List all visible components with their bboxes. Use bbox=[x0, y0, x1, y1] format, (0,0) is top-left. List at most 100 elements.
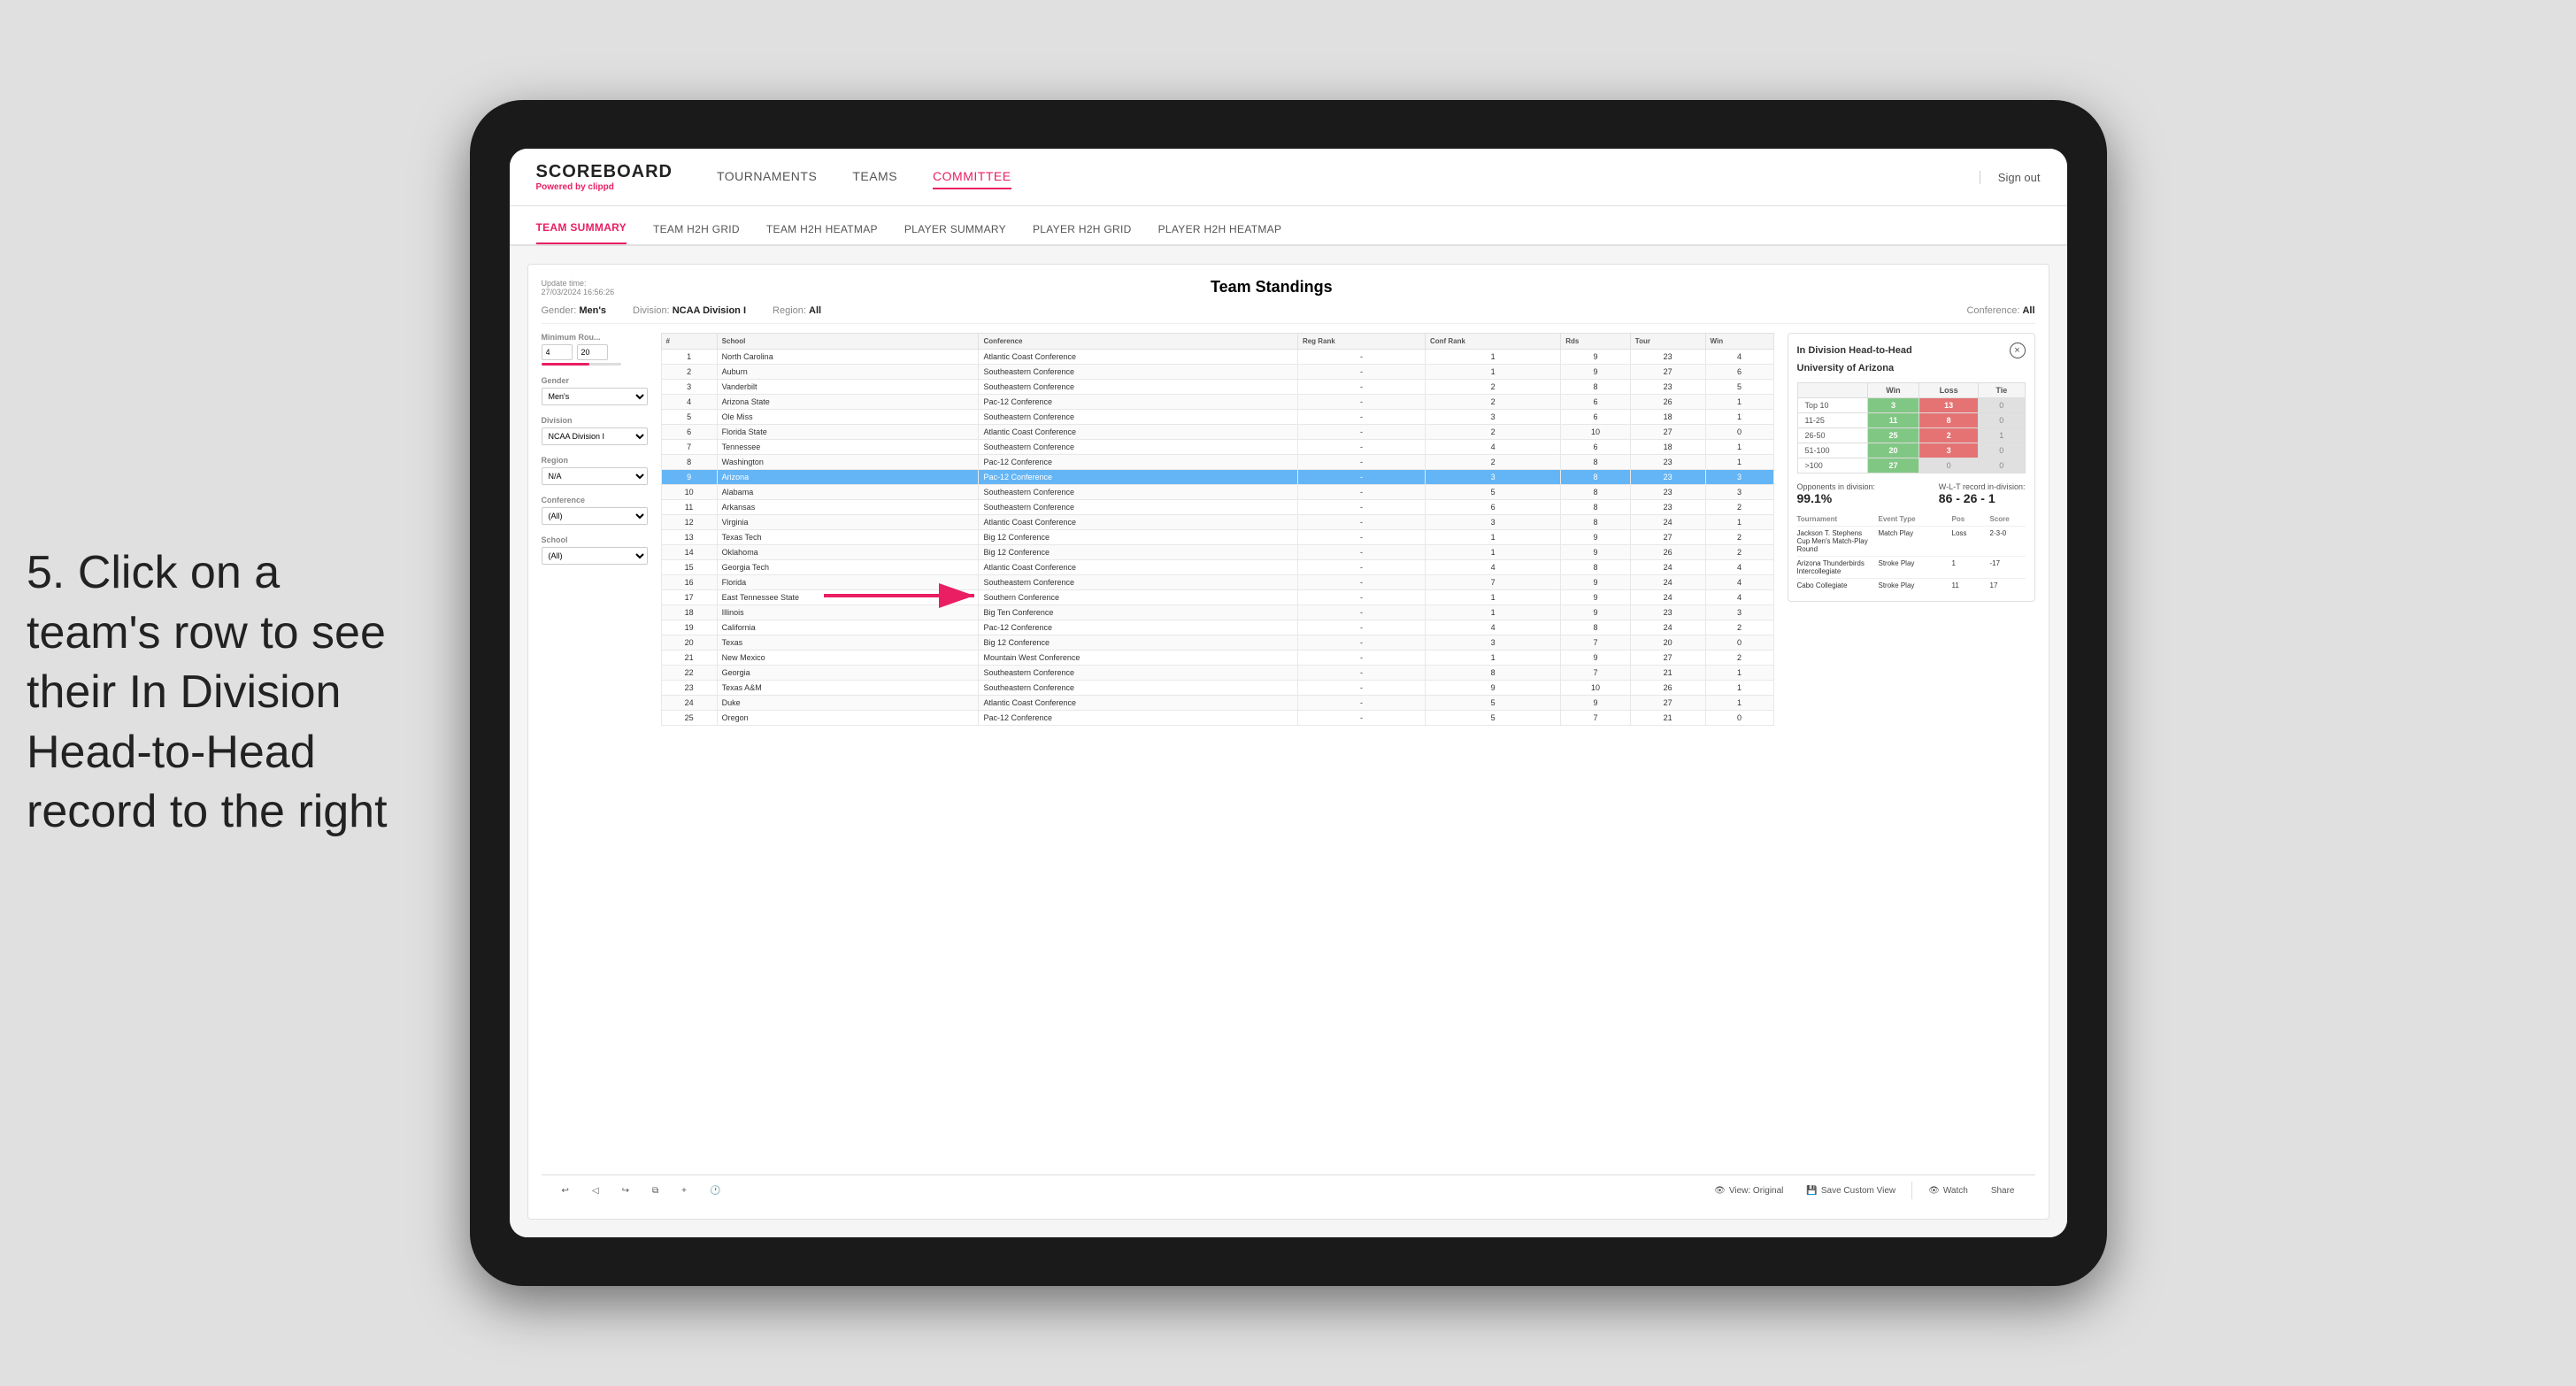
cell-num: 19 bbox=[661, 620, 717, 635]
region-select[interactable]: N/A East West bbox=[542, 467, 648, 485]
table-row[interactable]: 20 Texas Big 12 Conference - 3 7 20 0 bbox=[661, 635, 1773, 651]
save-custom-button[interactable]: 💾 Save Custom View bbox=[1799, 1183, 1903, 1198]
opponents-value: 99.1% bbox=[1797, 491, 1876, 505]
copy-button[interactable]: ⧉ bbox=[645, 1183, 665, 1198]
card-header: Update time: 27/03/2024 16:56:26 Team St… bbox=[542, 278, 2035, 296]
cell-num: 12 bbox=[661, 515, 717, 530]
h2h-col-tie: Tie bbox=[1979, 383, 2025, 398]
cell-tour: 24 bbox=[1630, 590, 1705, 605]
save-icon: 💾 bbox=[1806, 1186, 1817, 1196]
table-row[interactable]: 21 New Mexico Mountain West Conference -… bbox=[661, 651, 1773, 666]
cell-num: 24 bbox=[661, 696, 717, 711]
region-label: Region bbox=[542, 456, 648, 465]
table-row[interactable]: 23 Texas A&M Southeastern Conference - 9… bbox=[661, 681, 1773, 696]
h2h-close-button[interactable]: × bbox=[2010, 343, 2026, 358]
table-row[interactable]: 8 Washington Pac-12 Conference - 2 8 23 … bbox=[661, 455, 1773, 470]
table-row[interactable]: 1 North Carolina Atlantic Coast Conferen… bbox=[661, 350, 1773, 365]
h2h-label: Top 10 bbox=[1797, 398, 1867, 413]
cell-conf: 1 bbox=[1425, 605, 1560, 620]
cell-num: 10 bbox=[661, 485, 717, 500]
sub-nav-player-h2h-grid[interactable]: PLAYER H2H GRID bbox=[1033, 223, 1132, 244]
h2h-loss: 8 bbox=[1919, 413, 1979, 428]
nav-item-teams[interactable]: TEAMS bbox=[852, 165, 897, 189]
share-button[interactable]: Share bbox=[1984, 1183, 2022, 1198]
cell-num: 14 bbox=[661, 545, 717, 560]
cell-conference: Southeastern Conference bbox=[979, 410, 1297, 425]
table-header-row: # School Conference Reg Rank Conf Rank R… bbox=[661, 334, 1773, 350]
cell-rds: 8 bbox=[1561, 470, 1631, 485]
cell-conf: 4 bbox=[1425, 620, 1560, 635]
division-select[interactable]: NCAA Division I NCAA Division II NCAA Di… bbox=[542, 427, 648, 445]
nav-item-committee[interactable]: COMMITTEE bbox=[933, 165, 1011, 189]
table-row[interactable]: 25 Oregon Pac-12 Conference - 5 7 21 0 bbox=[661, 711, 1773, 726]
cell-rds: 9 bbox=[1561, 545, 1631, 560]
tourn-type: Stroke Play bbox=[1879, 581, 1949, 589]
sign-out-button[interactable]: Sign out bbox=[1980, 171, 2041, 184]
table-row[interactable]: 9 Arizona Pac-12 Conference - 3 8 23 3 bbox=[661, 470, 1773, 485]
sub-nav-player-summary[interactable]: PLAYER SUMMARY bbox=[904, 223, 1006, 244]
cell-win: 2 bbox=[1705, 620, 1773, 635]
cell-rds: 8 bbox=[1561, 500, 1631, 515]
table-row[interactable]: 12 Virginia Atlantic Coast Conference - … bbox=[661, 515, 1773, 530]
h2h-label: 26-50 bbox=[1797, 428, 1867, 443]
cell-tour: 21 bbox=[1630, 666, 1705, 681]
table-row[interactable]: 5 Ole Miss Southeastern Conference - 3 6… bbox=[661, 410, 1773, 425]
table-row[interactable]: 11 Arkansas Southeastern Conference - 6 … bbox=[661, 500, 1773, 515]
table-row[interactable]: 10 Alabama Southeastern Conference - 5 8… bbox=[661, 485, 1773, 500]
clock-button[interactable]: 🕐 bbox=[703, 1183, 727, 1198]
cell-num: 22 bbox=[661, 666, 717, 681]
table-row[interactable]: 6 Florida State Atlantic Coast Conferenc… bbox=[661, 425, 1773, 440]
view-original-button[interactable]: 👁 View: Original bbox=[1707, 1183, 1790, 1198]
watch-button[interactable]: 👁 Watch bbox=[1921, 1183, 1975, 1198]
table-row[interactable]: 4 Arizona State Pac-12 Conference - 2 6 … bbox=[661, 395, 1773, 410]
cell-win: 1 bbox=[1705, 440, 1773, 455]
table-row[interactable]: 3 Vanderbilt Southeastern Conference - 2… bbox=[661, 380, 1773, 395]
cell-school: Florida State bbox=[717, 425, 979, 440]
min-rounds-input-2[interactable] bbox=[577, 344, 608, 360]
cell-reg: - bbox=[1297, 711, 1425, 726]
cell-win: 0 bbox=[1705, 711, 1773, 726]
cell-win: 2 bbox=[1705, 530, 1773, 545]
cell-school: Ole Miss bbox=[717, 410, 979, 425]
cell-conference: Pac-12 Conference bbox=[979, 470, 1297, 485]
cell-num: 9 bbox=[661, 470, 717, 485]
sub-nav-team-h2h-grid[interactable]: TEAM H2H GRID bbox=[653, 223, 740, 244]
table-row[interactable]: 24 Duke Atlantic Coast Conference - 5 9 … bbox=[661, 696, 1773, 711]
logo-title: SCOREBOARD bbox=[536, 162, 673, 182]
division-group: Division NCAA Division I NCAA Division I… bbox=[542, 416, 648, 445]
cell-reg: - bbox=[1297, 365, 1425, 380]
tourn-name: Jackson T. Stephens Cup Men's Match-Play… bbox=[1797, 529, 1876, 553]
h2h-tie: 0 bbox=[1979, 458, 2025, 474]
h2h-win: 11 bbox=[1867, 413, 1919, 428]
table-row[interactable]: 13 Texas Tech Big 12 Conference - 1 9 27… bbox=[661, 530, 1773, 545]
undo-button[interactable]: ↩ bbox=[555, 1183, 576, 1198]
conference-select[interactable]: (All) bbox=[542, 507, 648, 525]
gender-select[interactable]: Men's Women's bbox=[542, 388, 648, 405]
redo-button[interactable]: ↪ bbox=[615, 1183, 636, 1198]
add-button[interactable]: + bbox=[674, 1183, 694, 1198]
col-conference: Conference bbox=[979, 334, 1297, 350]
sub-nav-team-summary[interactable]: TEAM SUMMARY bbox=[536, 221, 627, 244]
h2h-header: In Division Head-to-Head × bbox=[1797, 343, 2026, 358]
table-row[interactable]: 22 Georgia Southeastern Conference - 8 7… bbox=[661, 666, 1773, 681]
min-rounds-input-1[interactable] bbox=[542, 344, 573, 360]
cell-win: 2 bbox=[1705, 545, 1773, 560]
nav-item-tournaments[interactable]: TOURNAMENTS bbox=[717, 165, 817, 189]
table-row[interactable]: 14 Oklahoma Big 12 Conference - 1 9 26 2 bbox=[661, 545, 1773, 560]
cell-conference: Southeastern Conference bbox=[979, 575, 1297, 590]
sub-nav-team-h2h-heatmap[interactable]: TEAM H2H HEATMAP bbox=[766, 223, 878, 244]
cell-tour: 23 bbox=[1630, 380, 1705, 395]
cell-reg: - bbox=[1297, 515, 1425, 530]
step-back-button[interactable]: ◁ bbox=[585, 1183, 606, 1198]
cell-reg: - bbox=[1297, 696, 1425, 711]
h2h-tie: 0 bbox=[1979, 413, 2025, 428]
col-tour: Tour bbox=[1630, 334, 1705, 350]
min-rounds-slider[interactable] bbox=[542, 363, 621, 366]
sub-nav-player-h2h-heatmap[interactable]: PLAYER H2H HEATMAP bbox=[1158, 223, 1282, 244]
school-select[interactable]: (All) bbox=[542, 547, 648, 565]
cell-school: Washington bbox=[717, 455, 979, 470]
cell-reg: - bbox=[1297, 560, 1425, 575]
update-time: Update time: 27/03/2024 16:56:26 bbox=[542, 279, 615, 296]
table-row[interactable]: 7 Tennessee Southeastern Conference - 4 … bbox=[661, 440, 1773, 455]
table-row[interactable]: 2 Auburn Southeastern Conference - 1 9 2… bbox=[661, 365, 1773, 380]
